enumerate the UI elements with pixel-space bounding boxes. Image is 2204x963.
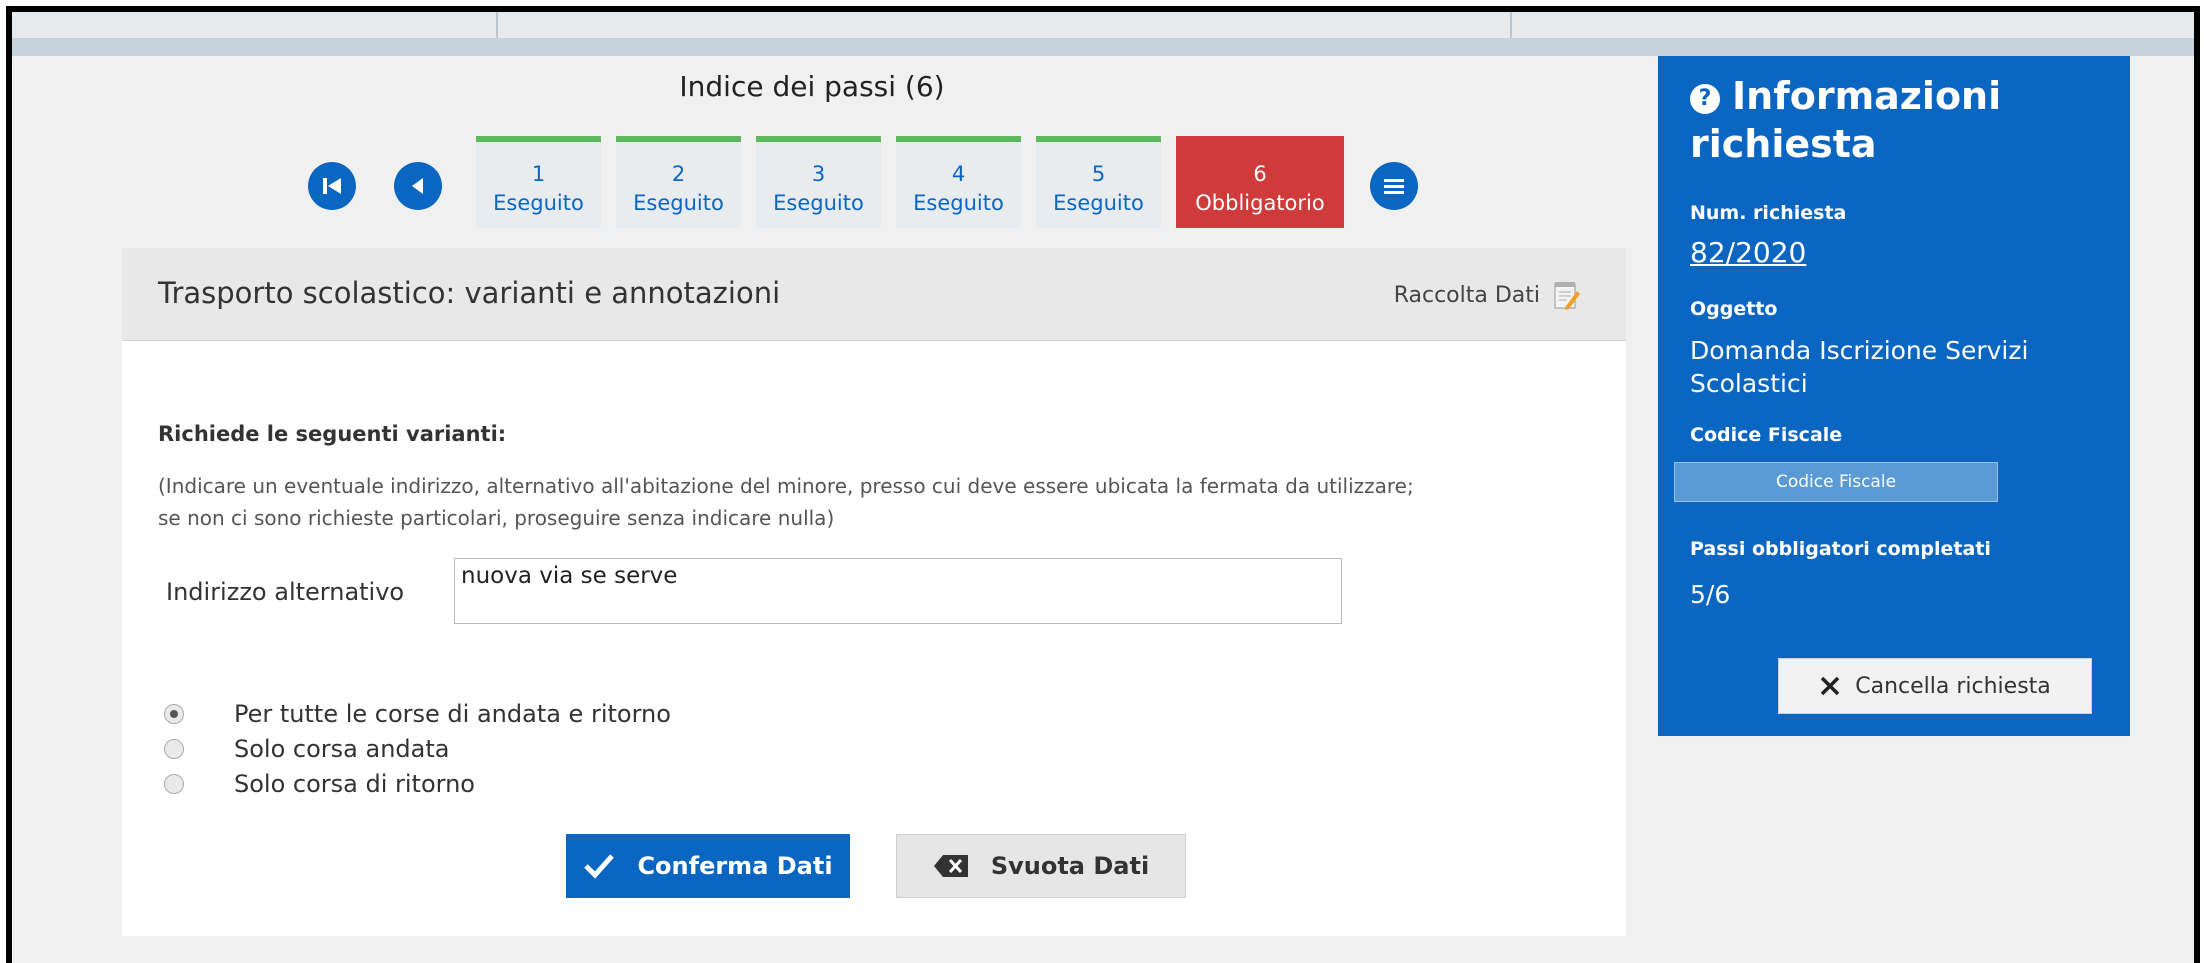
step-5[interactable]: 5 Eseguito (1036, 136, 1161, 228)
top-bar (12, 12, 2194, 56)
radio-option-solo-ritorno[interactable]: Solo corsa di ritorno (164, 770, 475, 798)
radio-label: Solo corsa andata (234, 735, 450, 763)
cancella-label: Cancella richiesta (1855, 673, 2051, 699)
step-status: Eseguito (773, 191, 864, 215)
sidebar-title: ? Informazioni richiesta (1690, 72, 2110, 168)
passi-value: 5/6 (1690, 580, 1731, 609)
indirizzo-label: Indirizzo alternativo (166, 578, 405, 606)
radio-option-solo-andata[interactable]: Solo corsa andata (164, 735, 449, 763)
step-number: 5 (1091, 162, 1106, 186)
hamburger-menu-icon (1384, 179, 1404, 194)
steps-index-title: Indice dei passi (6) (679, 70, 945, 103)
step-number: 3 (811, 162, 826, 186)
top-bar-segment (1512, 12, 2194, 38)
info-sidebar: ? Informazioni richiesta Num. richiesta 8… (1658, 56, 2130, 736)
radio-button[interactable] (164, 774, 184, 794)
step-1[interactable]: 1 Eseguito (476, 136, 601, 228)
top-bar-segment (12, 12, 498, 38)
step-3[interactable]: 3 Eseguito (756, 136, 881, 228)
step-status: Obbligatorio (1195, 191, 1325, 215)
conferma-dati-button[interactable]: Conferma Dati (566, 834, 850, 898)
radio-button[interactable] (164, 704, 184, 724)
step-2[interactable]: 2 Eseguito (616, 136, 741, 228)
step-number: 4 (951, 162, 966, 186)
passi-label: Passi obbligatori completati (1690, 538, 1991, 560)
indirizzo-alternativo-input[interactable]: nuova via se serve (454, 558, 1342, 624)
skip-first-icon (323, 178, 341, 194)
step-4[interactable]: 4 Eseguito (896, 136, 1021, 228)
radio-option-andata-ritorno[interactable]: Per tutte le corse di andata e ritorno (164, 700, 671, 728)
step-number: 2 (671, 162, 686, 186)
hint-line: se non ci sono richieste particolari, pr… (158, 506, 835, 530)
radio-button[interactable] (164, 739, 184, 759)
panel-title: Trasporto scolastico: varianti e annotaz… (158, 276, 781, 310)
step-status: Eseguito (493, 191, 584, 215)
raccolta-label: Raccolta Dati (1393, 282, 1540, 308)
hint-line: (Indicare un eventuale indirizzo, altern… (158, 474, 1414, 498)
num-richiesta-label: Num. richiesta (1690, 202, 1847, 224)
codice-fiscale-label: Codice Fiscale (1690, 424, 1843, 446)
backspace-icon (933, 855, 968, 877)
notepad-edit-icon (1554, 282, 1580, 310)
form-panel: Trasporto scolastico: varianti e annotaz… (122, 248, 1626, 936)
step-status: Eseguito (913, 191, 1004, 215)
raccolta-dati: Raccolta Dati (1394, 280, 1580, 310)
first-step-button[interactable] (308, 162, 356, 210)
close-icon (1820, 676, 1840, 696)
step-status: Eseguito (633, 191, 724, 215)
steps-menu-button[interactable] (1370, 162, 1418, 210)
codice-fiscale-value: Codice Fiscale (1674, 462, 1998, 502)
svuota-dati-button[interactable]: Svuota Dati (896, 834, 1186, 898)
step-number: 6 (1253, 162, 1267, 186)
page-frame: Indice dei passi (6) 1 Eseguito 2 Esegui… (6, 6, 2200, 963)
step-status: Eseguito (1053, 191, 1144, 215)
svuota-label: Svuota Dati (990, 852, 1150, 880)
chevron-left-icon (412, 178, 423, 194)
top-bar-segment (498, 12, 1512, 38)
question-icon: ? (1690, 84, 1720, 114)
previous-step-button[interactable] (394, 162, 442, 210)
step-6[interactable]: 6 Obbligatorio (1176, 136, 1344, 228)
varianti-label: Richiede le seguenti varianti: (158, 422, 507, 446)
oggetto-value: Domanda Iscrizione Servizi Scolastici (1690, 336, 2029, 398)
step-number: 1 (531, 162, 546, 186)
varianti-hint: (Indicare un eventuale indirizzo, altern… (158, 470, 1618, 534)
conferma-label: Conferma Dati (637, 852, 833, 880)
num-richiesta-link[interactable]: 82/2020 (1690, 236, 1806, 269)
checkmark-icon (584, 854, 615, 879)
sidebar-title-text: Informazioni richiesta (1690, 74, 2002, 166)
radio-label: Per tutte le corse di andata e ritorno (234, 700, 671, 728)
oggetto-label: Oggetto (1690, 298, 1778, 320)
panel-header: Trasporto scolastico: varianti e annotaz… (122, 248, 1626, 341)
radio-label: Solo corsa di ritorno (234, 770, 475, 798)
cancella-richiesta-button[interactable]: Cancella richiesta (1778, 658, 2092, 714)
